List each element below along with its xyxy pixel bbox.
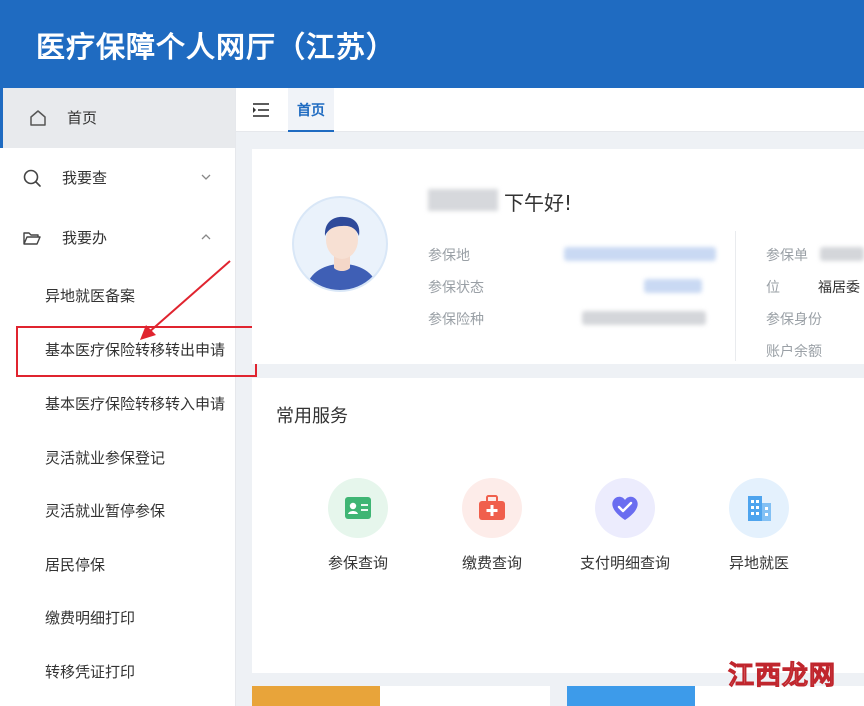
service-label: 异地就医	[728, 554, 789, 572]
top-bar: 首页	[236, 88, 864, 132]
masked-user-name	[428, 189, 498, 211]
sidebar-subitem-transfer-in[interactable]: 基本医疗保险转移转入申请	[45, 393, 225, 414]
bottom-card-blue	[567, 686, 695, 706]
service-label: 参保查询	[327, 554, 388, 572]
services-heading: 常用服务	[276, 406, 348, 427]
field-label-insured-unit: 参保单	[766, 248, 808, 264]
profile-divider	[735, 231, 736, 361]
sidebar-subitem-flexible-suspend[interactable]: 灵活就业暂停参保	[45, 500, 165, 521]
field-label-insured-status: 参保状态	[428, 280, 484, 296]
masked-value	[644, 279, 702, 293]
chevron-up-icon	[201, 234, 211, 240]
watermark: 江西龙网	[727, 661, 837, 692]
service-insured-query[interactable]: 参保查询	[303, 478, 413, 588]
sidebar-item-query[interactable]: 我要查	[0, 148, 235, 208]
sidebar-subitem-flexible-register[interactable]: 灵活就业参保登记	[45, 447, 165, 468]
tab-home[interactable]: 首页	[288, 88, 334, 132]
building-icon	[748, 496, 771, 521]
chevron-down-icon	[201, 174, 211, 180]
sidebar: 首页 我要查 我要办 异地就医备案 基本医疗保险转移转出申请 基本医疗保险转移转…	[0, 88, 236, 706]
unit-value: 福居委	[818, 280, 860, 296]
avatar	[292, 196, 388, 292]
service-payment-query[interactable]: 缴费查询	[437, 478, 547, 588]
tab-home-label: 首页	[297, 103, 325, 119]
service-label: 缴费查询	[461, 554, 522, 572]
field-label-account-balance: 账户余额	[766, 344, 822, 360]
service-remote-medical[interactable]: 异地就医	[704, 478, 814, 588]
sidebar-subitem-remote-filing[interactable]: 异地就医备案	[45, 285, 135, 306]
service-payment-detail[interactable]: 支付明细查询	[570, 478, 680, 588]
field-label-unit-suffix: 位	[766, 280, 780, 296]
medical-kit-icon	[479, 495, 505, 520]
sidebar-item-home[interactable]: 首页	[0, 88, 235, 148]
greeting-text: 下午好!	[504, 191, 573, 215]
sidebar-subitem-payment-print[interactable]: 缴费明细打印	[45, 607, 135, 628]
sidebar-item-label: 我要查	[62, 169, 108, 187]
search-icon	[23, 169, 41, 187]
field-label-insured-identity: 参保身份	[766, 312, 822, 328]
profile-card: 下午好! 参保地 参保状态 参保险种 参保单 位 福居委 参保身份 账户余额	[252, 149, 864, 364]
field-label-insured-place: 参保地	[428, 248, 470, 264]
home-icon	[30, 110, 46, 126]
field-label-insurance-type: 参保险种	[428, 312, 484, 328]
services-card: 常用服务 参保查询 缴费查询 支付明细查询 异地就医	[252, 378, 864, 673]
app-header: 医疗保障个人网厅（江苏）	[0, 0, 864, 88]
service-icon-bg	[595, 478, 655, 538]
annotation-arrow	[140, 260, 231, 340]
sidebar-subitem-resident-stop[interactable]: 居民停保	[45, 554, 105, 575]
heart-check-icon	[612, 496, 638, 520]
id-card-icon	[345, 497, 371, 519]
user-avatar-icon	[305, 216, 379, 290]
bottom-card-orange	[252, 686, 380, 706]
service-label: 支付明细查询	[579, 554, 670, 572]
masked-value	[564, 247, 716, 261]
menu-fold-icon[interactable]	[252, 102, 270, 118]
masked-value	[582, 311, 706, 325]
service-icon-bg	[729, 478, 789, 538]
sidebar-item-label: 我要办	[62, 229, 108, 247]
service-icon-bg	[462, 478, 522, 538]
service-icon-bg	[328, 478, 388, 538]
sidebar-subitem-voucher-print[interactable]: 转移凭证打印	[45, 661, 135, 682]
masked-value	[820, 247, 864, 261]
sidebar-item-label: 首页	[67, 109, 98, 127]
bottom-card-white	[380, 686, 550, 706]
folder-open-icon	[23, 232, 41, 245]
app-title: 医疗保障个人网厅（江苏）	[36, 30, 397, 64]
